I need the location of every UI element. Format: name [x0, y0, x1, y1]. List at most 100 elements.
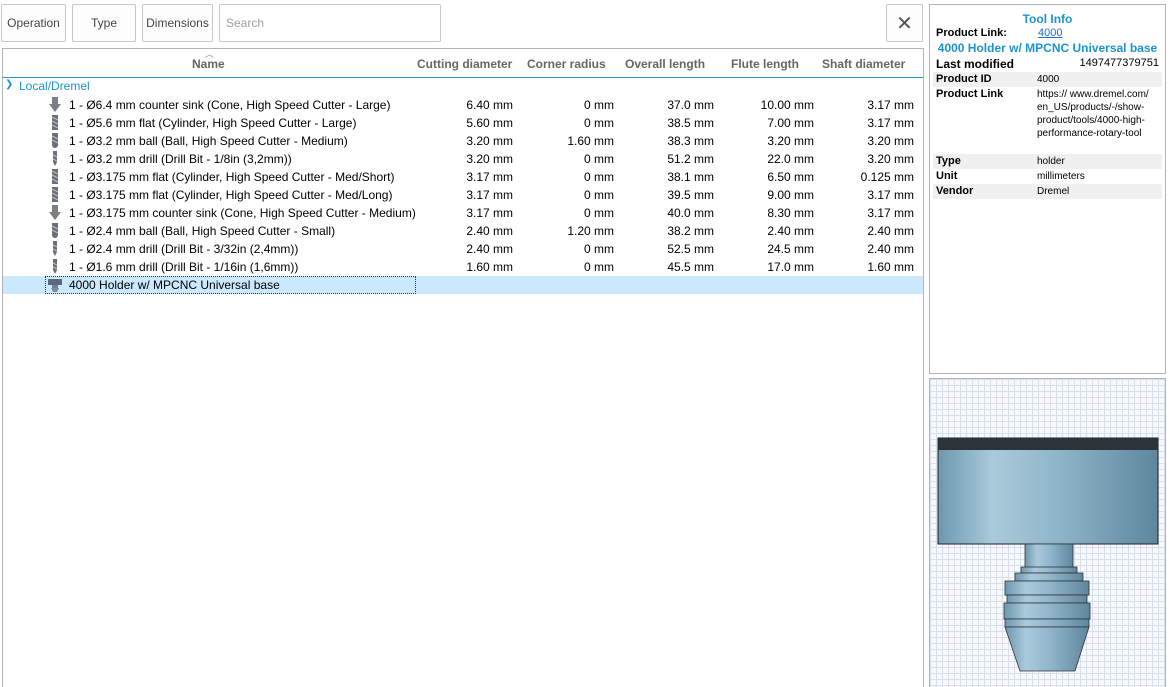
column-header-flute-length[interactable]: Flute length — [731, 57, 799, 71]
library-group-row[interactable]: ❯ Local/Dremel — [3, 78, 923, 96]
shaft-diameter-cell: 3.17 mm — [867, 98, 914, 112]
table-row[interactable]: 1 - Ø3.2 mm drill (Drill Bit - 1/8in (3,… — [3, 150, 923, 168]
chevron-down-icon[interactable]: ❯ — [5, 79, 13, 90]
dimensions-filter-button[interactable]: Dimensions — [142, 4, 213, 42]
cutting-diameter-cell: 3.20 mm — [466, 152, 513, 166]
cutting-diameter-cell: 3.17 mm — [466, 206, 513, 220]
overall-length-cell: 51.2 mm — [667, 152, 714, 166]
ball-end-mill-icon — [51, 223, 59, 238]
operation-filter-button[interactable]: Operation — [1, 4, 66, 42]
flute-length-cell: 7.00 mm — [767, 116, 814, 130]
drill-icon — [52, 259, 58, 274]
cutting-diameter-cell: 3.20 mm — [466, 134, 513, 148]
flute-length-cell: 2.40 mm — [767, 224, 814, 238]
cutting-diameter-cell: 3.17 mm — [466, 188, 513, 202]
holder-icon — [48, 279, 62, 292]
cutting-diameter-cell: 5.60 mm — [466, 116, 513, 130]
table-row[interactable]: 1 - Ø2.4 mm drill (Drill Bit - 3/32in (2… — [3, 240, 923, 258]
shaft-diameter-cell: 3.20 mm — [867, 152, 914, 166]
corner-radius-cell: 0 mm — [584, 170, 614, 184]
last-modified-value: 1497477379751 — [1079, 57, 1159, 69]
corner-radius-cell: 0 mm — [584, 152, 614, 166]
table-row[interactable]: 1 - Ø6.4 mm counter sink (Cone, High Spe… — [3, 96, 923, 114]
table-header: ︿ Name Cutting diameter Corner radius Ov… — [3, 49, 923, 78]
table-row[interactable]: 1 - Ø2.4 mm ball (Ball, High Speed Cutte… — [3, 222, 923, 240]
info-row-product-link: Product Link https:// www.dremel.com/ en… — [933, 87, 1162, 153]
table-row[interactable]: 1 - Ø1.6 mm drill (Drill Bit - 1/16in (1… — [3, 258, 923, 276]
info-key: Product Link — [936, 88, 1004, 100]
overall-length-cell: 38.3 mm — [667, 134, 714, 148]
ball-end-mill-icon — [51, 133, 59, 148]
info-row-product-id: Product ID 4000 — [933, 72, 1162, 87]
tool-name: 1 - Ø6.4 mm counter sink (Cone, High Spe… — [69, 98, 391, 112]
flute-length-cell: 10.00 mm — [760, 98, 814, 112]
tool-name: 1 - Ø3.2 mm ball (Ball, High Speed Cutte… — [69, 134, 348, 148]
close-icon: ✕ — [896, 11, 913, 35]
cutting-diameter-cell: 6.40 mm — [466, 98, 513, 112]
tool-preview — [929, 378, 1166, 687]
cutting-diameter-cell: 1.60 mm — [466, 260, 513, 274]
table-row-selected-holder[interactable]: 4000 Holder w/ MPCNC Universal base — [3, 276, 923, 294]
tool-name: 1 - Ø2.4 mm drill (Drill Bit - 3/32in (2… — [69, 242, 299, 256]
info-value: millimeters — [1037, 171, 1085, 182]
last-modified-label: Last modified — [936, 57, 1015, 71]
shaft-diameter-cell: 3.17 mm — [867, 206, 914, 220]
flute-length-cell: 9.00 mm — [767, 188, 814, 202]
info-key: Product ID — [936, 73, 992, 85]
corner-radius-cell: 0 mm — [584, 116, 614, 130]
flute-length-cell: 6.50 mm — [767, 170, 814, 184]
table-row[interactable]: 1 - Ø5.6 mm flat (Cylinder, High Speed C… — [3, 114, 923, 132]
tool-name: 1 - Ø3.175 mm flat (Cylinder, High Speed… — [69, 170, 395, 184]
tool-library-table: ︿ Name Cutting diameter Corner radius Ov… — [2, 48, 924, 687]
flute-length-cell: 3.20 mm — [767, 134, 814, 148]
column-header-shaft-diameter[interactable]: Shaft diameter — [822, 57, 905, 71]
info-key: Unit — [936, 170, 958, 182]
shaft-diameter-cell: 3.17 mm — [867, 116, 914, 130]
overall-length-cell: 52.5 mm — [667, 242, 714, 256]
info-row-unit: Unit millimeters — [933, 169, 1162, 184]
overall-length-cell: 38.2 mm — [667, 224, 714, 238]
counter-sink-icon — [49, 97, 61, 112]
tool-name: 1 - Ø3.2 mm drill (Drill Bit - 1/8in (3,… — [69, 152, 292, 166]
cutting-diameter-cell: 2.40 mm — [466, 224, 513, 238]
shaft-diameter-cell: 3.17 mm — [867, 188, 914, 202]
library-group-label: Local/Dremel — [19, 79, 90, 93]
info-row-vendor: Vendor Dremel — [933, 184, 1162, 199]
search-input[interactable] — [219, 4, 441, 42]
tool-info-panel: Tool Info Product Link: 4000 4000 Holder… — [929, 4, 1166, 374]
overall-length-cell: 38.1 mm — [667, 170, 714, 184]
close-button[interactable]: ✕ — [886, 4, 923, 42]
column-header-overall-length[interactable]: Overall length — [625, 57, 705, 71]
flute-length-cell: 22.0 mm — [767, 152, 814, 166]
tool-name: 1 - Ø3.175 mm counter sink (Cone, High S… — [69, 206, 416, 220]
info-row-type: Type holder — [933, 154, 1162, 169]
table-row[interactable]: 1 - Ø3.175 mm flat (Cylinder, High Speed… — [3, 186, 923, 204]
corner-radius-cell: 0 mm — [584, 260, 614, 274]
product-link[interactable]: 4000 — [1038, 27, 1062, 39]
column-header-name[interactable]: Name — [192, 57, 225, 71]
info-key: Vendor — [936, 185, 974, 197]
corner-radius-cell: 0 mm — [584, 98, 614, 112]
type-filter-button[interactable]: Type — [72, 4, 136, 42]
shaft-diameter-cell: 2.40 mm — [867, 242, 914, 256]
info-value: holder — [1037, 156, 1065, 167]
tool-name: 1 - Ø5.6 mm flat (Cylinder, High Speed C… — [69, 116, 357, 130]
overall-length-cell: 45.5 mm — [667, 260, 714, 274]
table-row[interactable]: 1 - Ø3.2 mm ball (Ball, High Speed Cutte… — [3, 132, 923, 150]
flute-length-cell: 24.5 mm — [767, 242, 814, 256]
overall-length-cell: 40.0 mm — [667, 206, 714, 220]
holder-preview-image — [937, 437, 1159, 672]
tool-name: 1 - Ø1.6 mm drill (Drill Bit - 1/16in (1… — [69, 260, 299, 274]
info-value: Dremel — [1037, 186, 1070, 197]
corner-radius-cell: 0 mm — [584, 242, 614, 256]
overall-length-cell: 37.0 mm — [667, 98, 714, 112]
shaft-diameter-cell: 2.40 mm — [867, 224, 914, 238]
tool-name: 1 - Ø3.175 mm flat (Cylinder, High Speed… — [69, 188, 393, 202]
column-header-corner-radius[interactable]: Corner radius — [527, 57, 606, 71]
corner-radius-cell: 0 mm — [584, 188, 614, 202]
table-row[interactable]: 1 - Ø3.175 mm flat (Cylinder, High Speed… — [3, 168, 923, 186]
column-header-cutting-diameter[interactable]: Cutting diameter — [417, 57, 512, 71]
table-row[interactable]: 1 - Ø3.175 mm counter sink (Cone, High S… — [3, 204, 923, 222]
tool-name: 4000 Holder w/ MPCNC Universal base — [69, 278, 280, 292]
shaft-diameter-cell: 3.20 mm — [867, 134, 914, 148]
